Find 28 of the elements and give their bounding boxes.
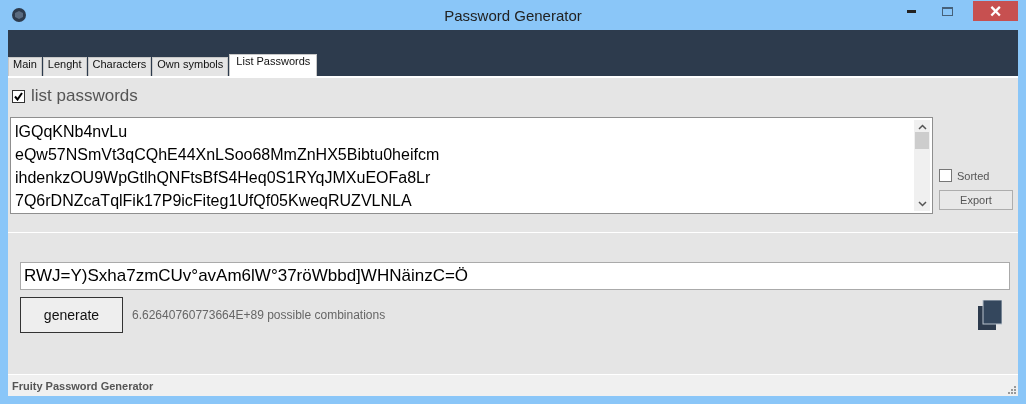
scroll-down-icon[interactable] [917,201,927,207]
app-icon [12,8,26,22]
scrollbar[interactable] [914,120,930,211]
tab[interactable]: Characters [87,57,152,76]
close-button[interactable]: × [973,1,1018,21]
checkbox-label: Sorted [957,169,990,182]
list-item[interactable]: 7Q6rDNZcaTqlFik17P9icFiteg1UfQf05KweqRUZVLNLA [15,189,908,212]
checkbox[interactable] [939,169,952,182]
list-item[interactable]: eQw57NSmVt3qCQhE44XnLSoo68MmZnHX5Bibtu0heifcm [15,143,908,166]
copy-icon[interactable] [978,300,1002,330]
list-item[interactable]: lGQqKNb4nvLu [15,120,908,143]
status-text: Fruity Password Generator [12,379,154,392]
list-item[interactable]: ihdenkzOU9WpGtlhQNFtsBfS4Heq0S1RYqJMXuEOFa8Lr [15,166,908,189]
password-field[interactable]: RWJ=Y)Sxha7zmCUv°avAm6lW°37röWbbd]WHNäinzC=Ö [20,262,1010,290]
tab[interactable]: Lenght [42,57,87,76]
tab[interactable]: List Passwords [229,54,318,76]
combinations-text: 6.62640760773664E+89 possible combinations [132,308,386,322]
resize-grip-icon[interactable] [1008,386,1016,394]
tab[interactable]: Own symbols [152,57,229,76]
scrollbar-thumb[interactable] [915,132,929,149]
window-title: Password Generator [444,7,582,24]
checkbox-label: list passwords [31,86,138,106]
generate-button[interactable]: generate [20,297,123,333]
tab[interactable]: Main [8,57,42,76]
scroll-up-icon[interactable] [917,124,927,130]
checkbox[interactable] [12,89,25,103]
password-list[interactable]: lGQqKNb4nvLu eQw57NSmVt3qCQhE44XnLSoo68MmZnHX5Bibtu0heifcm ihdenkzOU9WpGtlhQNFtsBfS4Heq0S1RYqJMXuEOFa8Lr 7Q6rDNZcaTqlFik17P9icFiteg1UfQf05KweqRUZVLNLA [10,117,933,214]
export-button[interactable]: Export [939,190,1013,210]
